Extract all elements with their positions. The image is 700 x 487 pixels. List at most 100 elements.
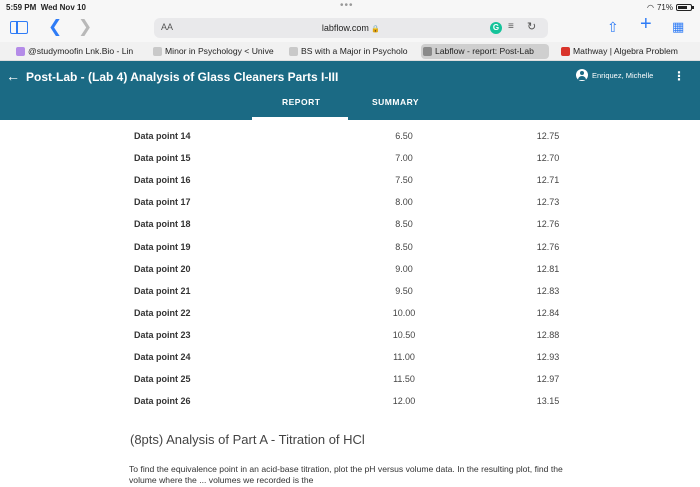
table-row: Data point 24 11.00 12.93 xyxy=(0,352,700,374)
row-label: Data point 18 xyxy=(134,219,191,230)
row-ph: 12.76 xyxy=(536,241,560,252)
row-ph: 12.73 xyxy=(536,197,560,208)
row-ph: 12.75 xyxy=(536,131,560,141)
row-ph: 12.70 xyxy=(536,153,560,164)
row-ph: 13.15 xyxy=(536,396,560,407)
forward-icon[interactable]: ❯ xyxy=(78,18,92,35)
row-volume: 8.00 xyxy=(395,197,413,208)
battery-percent: 71% xyxy=(656,3,673,12)
tab-summary[interactable]: SUMMARY xyxy=(372,97,419,107)
extension-icon[interactable]: ≡ xyxy=(508,21,514,32)
bookmark-mathway[interactable]: Mathway | Algebra Problem xyxy=(559,44,693,59)
bookmark-label: Mathway | Algebra Problem xyxy=(573,46,678,56)
row-volume: 9.50 xyxy=(395,285,413,296)
user-avatar-icon xyxy=(576,69,588,81)
row-label: Data point 19 xyxy=(134,241,191,252)
row-volume: 8.50 xyxy=(395,219,413,230)
row-label: Data point 23 xyxy=(134,329,191,340)
row-volume: 7.00 xyxy=(395,153,413,164)
row-label: Data point 26 xyxy=(134,396,191,407)
user-name: Enriquez, Michelle xyxy=(592,70,654,80)
bookmark-label: Labflow - report: Post-Lab xyxy=(435,46,534,56)
user-menu[interactable]: Enriquez, Michelle xyxy=(576,69,653,81)
bookmark-label: BS with a Major in Psycholo xyxy=(301,46,408,56)
bookmark-labflow[interactable]: Labflow - report: Post-Lab xyxy=(421,44,549,59)
table-row: Data point 20 9.00 12.81 xyxy=(0,264,700,286)
row-volume: 10.00 xyxy=(392,307,416,318)
wifi-icon: ◠ xyxy=(647,3,654,12)
table-row: Data point 23 10.50 12.88 xyxy=(0,330,700,352)
row-volume: 11.00 xyxy=(393,352,415,362)
table-row: Data point 14 6.50 12.75 xyxy=(0,131,700,153)
table-row: Data point 15 7.00 12.70 xyxy=(0,153,700,175)
row-label: Data point 25 xyxy=(134,374,191,385)
row-volume: 8.50 xyxy=(395,241,413,252)
status-time: 5:59 PM Wed Nov 10 xyxy=(6,3,86,12)
new-tab-icon[interactable]: + xyxy=(640,14,652,34)
tab-report[interactable]: REPORT xyxy=(282,97,320,107)
status-bar: 5:59 PM Wed Nov 10 ••• ◠ 71% xyxy=(0,0,700,14)
url-text: labflow.com 🔒 xyxy=(321,23,381,33)
bookmark-favicon-icon xyxy=(16,47,25,56)
active-tab-indicator xyxy=(252,117,348,120)
row-label: Data point 17 xyxy=(134,197,191,208)
table-row: Data point 25 11.50 12.97 xyxy=(0,374,700,396)
row-ph: 12.97 xyxy=(536,374,560,385)
battery-icon xyxy=(676,4,694,11)
row-label: Data point 14 xyxy=(134,131,191,141)
sidebar-toggle-icon[interactable] xyxy=(10,21,28,34)
browser-toolbar: ❮ ❯ AA labflow.com 🔒 G ≡ ↻ ⇧ + ▦ xyxy=(0,14,700,42)
bookmark-studymoofin[interactable]: @studymoofin Lnk.Bio - Lin xyxy=(14,44,142,59)
row-label: Data point 16 xyxy=(134,175,191,186)
bookmark-favicon-icon xyxy=(423,47,432,56)
grammarly-icon[interactable]: G xyxy=(490,22,502,34)
row-volume: 6.50 xyxy=(395,131,413,141)
table-row: Data point 18 8.50 12.76 xyxy=(0,219,700,241)
row-volume: 10.50 xyxy=(392,329,416,340)
row-ph: 12.83 xyxy=(536,285,560,296)
row-label: Data point 20 xyxy=(134,263,191,274)
status-right: ◠ 71% xyxy=(647,3,694,12)
bookmark-label: Minor in Psychology < Unive xyxy=(165,46,274,56)
row-label: Data point 24 xyxy=(134,352,191,362)
page-title: Post-Lab - (Lab 4) Analysis of Glass Cle… xyxy=(26,70,339,84)
address-bar[interactable]: AA labflow.com 🔒 G ≡ ↻ xyxy=(154,18,548,38)
more-options-icon[interactable]: ⋮ xyxy=(673,69,685,83)
row-label: Data point 22 xyxy=(134,307,191,318)
bookmark-favicon-icon xyxy=(289,47,298,56)
row-ph: 12.93 xyxy=(536,352,560,362)
row-ph: 12.84 xyxy=(536,307,560,318)
row-ph: 12.81 xyxy=(536,263,560,274)
row-ph: 12.88 xyxy=(536,329,560,340)
bookmark-bs-psychology[interactable]: BS with a Major in Psycholo xyxy=(287,44,413,59)
row-label: Data point 15 xyxy=(134,153,191,164)
tab-overview-icon[interactable]: ▦ xyxy=(672,19,684,35)
reload-icon[interactable]: ↻ xyxy=(527,20,536,33)
section-heading: (8pts) Analysis of Part A - Titration of… xyxy=(130,432,365,447)
app-header: ← Post-Lab - (Lab 4) Analysis of Glass C… xyxy=(0,61,700,120)
back-icon[interactable]: ❮ xyxy=(48,18,62,35)
table-row: Data point 16 7.50 12.71 xyxy=(0,175,700,197)
table-row: Data point 22 10.00 12.84 xyxy=(0,308,700,330)
bookmark-label: @studymoofin Lnk.Bio - Lin xyxy=(28,46,134,56)
table-row: Data point 21 9.50 12.83 xyxy=(0,286,700,308)
row-volume: 11.50 xyxy=(393,374,415,385)
bookmarks-bar: @studymoofin Lnk.Bio - Lin Minor in Psyc… xyxy=(0,42,700,61)
bookmark-favicon-icon xyxy=(153,47,162,56)
multitask-dots-icon[interactable]: ••• xyxy=(340,0,354,11)
row-ph: 12.76 xyxy=(536,219,560,230)
bookmark-favicon-icon xyxy=(561,47,570,56)
back-arrow-icon[interactable]: ← xyxy=(6,68,20,84)
bookmark-minor-psychology[interactable]: Minor in Psychology < Unive xyxy=(151,44,279,59)
lock-icon: 🔒 xyxy=(371,26,381,33)
share-icon[interactable]: ⇧ xyxy=(607,19,619,35)
row-volume: 7.50 xyxy=(395,175,413,186)
table-row: Data point 19 8.50 12.76 xyxy=(0,242,700,264)
row-label: Data point 21 xyxy=(134,285,191,296)
table-row: Data point 26 12.00 13.15 xyxy=(0,396,700,418)
table-row: Data point 17 8.00 12.73 xyxy=(0,197,700,219)
row-ph: 12.71 xyxy=(536,175,560,186)
row-volume: 9.00 xyxy=(395,263,413,274)
row-volume: 12.00 xyxy=(392,396,416,407)
section-paragraph: To find the equivalence point in an acid… xyxy=(129,464,563,485)
